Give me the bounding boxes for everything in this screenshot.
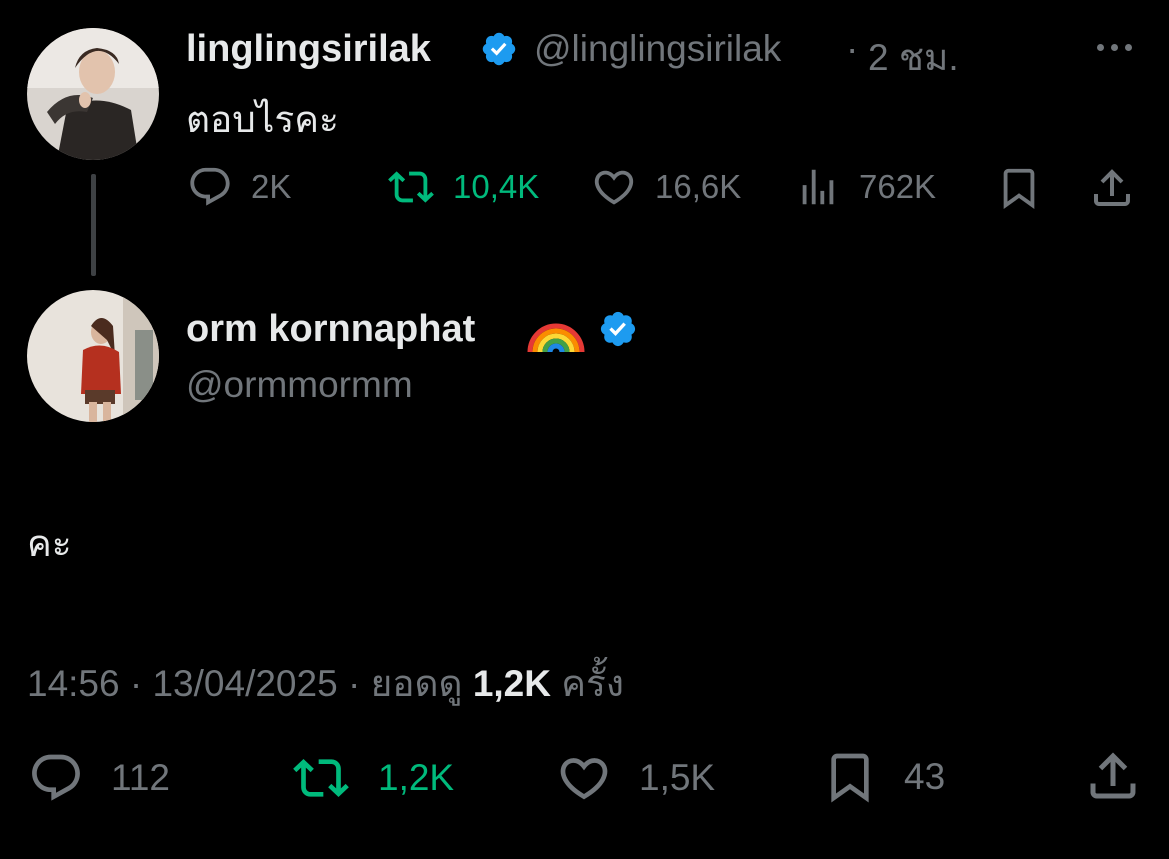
heart-icon — [555, 750, 613, 806]
thread-connector-line — [91, 174, 96, 276]
parent-views-action[interactable]: 762K — [795, 164, 936, 210]
reply-bookmark-count: 43 — [904, 756, 946, 797]
parent-display-name[interactable]: linglingsirilak — [186, 28, 431, 71]
parent-time-ago[interactable]: 2 ชม. — [868, 28, 959, 87]
reply-repost-action[interactable]: 1,2K — [290, 750, 454, 806]
reply-views-prefix: ยอดดู — [370, 663, 463, 704]
views-chart-icon — [795, 164, 841, 210]
parent-views-count: 762K — [859, 168, 937, 205]
avatar-ormmormm[interactable] — [27, 290, 159, 422]
share-icon — [1088, 164, 1136, 212]
avatar-linglingsirilak[interactable] — [27, 28, 159, 160]
rainbow-emoji-icon — [526, 302, 586, 365]
reply-time[interactable]: 14:56 — [27, 663, 120, 704]
more-horizontal-icon[interactable] — [1097, 44, 1132, 51]
parent-share-action[interactable] — [1088, 164, 1136, 212]
verified-badge-icon — [480, 30, 518, 68]
parent-time-separator: · — [846, 28, 859, 69]
bookmark-icon — [822, 746, 878, 808]
repost-icon — [387, 164, 435, 210]
share-icon — [1083, 746, 1143, 806]
parent-reply-count: 2K — [251, 168, 292, 205]
reply-date[interactable]: 13/04/2025 — [152, 663, 337, 704]
parent-tweet-text: ตอบไรคะ — [186, 99, 339, 140]
reply-handle[interactable]: @ormmormm — [186, 364, 413, 406]
parent-repost-action[interactable]: 10,4K — [387, 164, 539, 210]
repost-icon — [290, 750, 352, 806]
reply-icon — [27, 750, 85, 806]
reply-bookmark-action[interactable]: 43 — [822, 746, 945, 808]
parent-handle[interactable]: @linglingsirilak — [534, 28, 781, 70]
reply-tweet-text: คะ — [27, 523, 72, 564]
parent-reply-action[interactable]: 2K — [187, 164, 291, 210]
reply-reply-count: 112 — [111, 757, 170, 798]
heart-icon — [591, 164, 637, 210]
reply-views-suffix: ครั้ง — [561, 663, 624, 704]
reply-like-count: 1,5K — [639, 757, 716, 798]
verified-badge-icon — [598, 309, 638, 349]
reply-like-action[interactable]: 1,5K — [555, 750, 715, 806]
parent-bookmark-action[interactable] — [996, 164, 1042, 212]
parent-repost-count: 10,4K — [453, 168, 540, 205]
reply-meta-line: 14:56 · 13/04/2025 · ยอดดู 1,2K ครั้ง — [27, 663, 624, 704]
parent-like-action[interactable]: 16,6K — [591, 164, 741, 210]
bookmark-icon — [996, 164, 1042, 212]
parent-like-count: 16,6K — [655, 168, 742, 205]
reply-views-count: 1,2K — [472, 663, 551, 704]
reply-reply-action[interactable]: 112 — [27, 750, 170, 806]
reply-share-action[interactable] — [1083, 746, 1143, 806]
reply-display-name[interactable]: orm kornnaphat — [186, 308, 475, 351]
reply-repost-count: 1,2K — [378, 757, 455, 798]
reply-icon — [187, 164, 233, 210]
